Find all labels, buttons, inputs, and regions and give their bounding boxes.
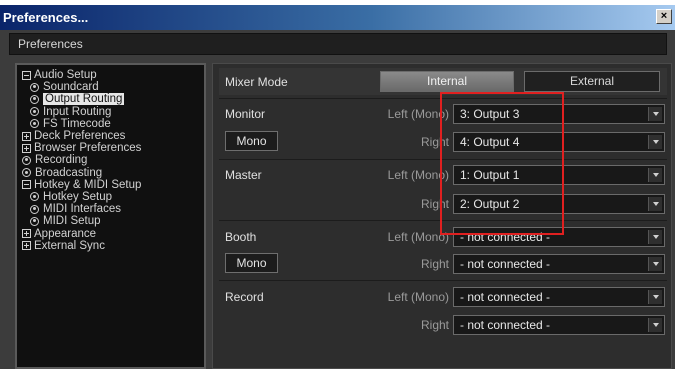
tree-item-hotkey-setup[interactable]: Hotkey Setup	[22, 191, 204, 203]
window-title-bar: Preferences... ×	[0, 5, 675, 30]
dropdown-arrow-icon[interactable]	[648, 168, 662, 182]
tree-item-label: FS Timecode	[43, 117, 111, 130]
preferences-window: Preferences Audio Setup Soundcard Output…	[0, 30, 675, 369]
tree-item-broadcasting[interactable]: Broadcasting	[22, 167, 204, 179]
booth-left-output-select[interactable]: - not connected -	[453, 227, 665, 247]
monitor-label: Monitor	[225, 107, 266, 121]
dropdown-arrow-icon[interactable]	[648, 107, 662, 121]
dropdown-arrow-icon[interactable]	[648, 257, 662, 271]
section-divider	[219, 220, 667, 221]
expand-icon[interactable]	[22, 143, 31, 153]
record-right-label: Right	[420, 318, 449, 332]
tree-item-label: Recording	[35, 154, 88, 167]
tree-item-midi-interfaces[interactable]: MIDI Interfaces	[22, 203, 204, 215]
tree-item-output-routing[interactable]: Output Routing	[22, 93, 204, 106]
master-left-output-select[interactable]: 1: Output 1	[453, 165, 665, 185]
record-left-label: Left (Mono)	[387, 290, 449, 304]
dropdown-arrow-icon[interactable]	[648, 230, 662, 244]
bullet-icon	[30, 192, 39, 202]
tree-item-deck-preferences[interactable]: Deck Preferences	[22, 130, 204, 142]
tree-item-label: Audio Setup	[34, 69, 97, 82]
output-routing-panel: Mixer Mode Internal External Monitor Lef…	[212, 63, 672, 369]
select-value: 4: Output 4	[460, 135, 520, 149]
tree-item-label: Broadcasting	[35, 166, 103, 179]
bullet-icon	[30, 94, 39, 104]
collapse-icon[interactable]	[22, 70, 31, 80]
select-value: - not connected -	[460, 230, 551, 244]
tree-item-label: Hotkey Setup	[43, 190, 113, 203]
section-divider	[219, 280, 667, 281]
expand-icon[interactable]	[22, 229, 31, 239]
expand-icon[interactable]	[22, 241, 31, 251]
tree-item-browser-preferences[interactable]: Browser Preferences	[22, 142, 204, 154]
monitor-mono-button[interactable]: Mono	[225, 131, 278, 151]
collapse-icon[interactable]	[22, 180, 31, 190]
tree-item-soundcard[interactable]: Soundcard	[22, 81, 204, 93]
bullet-icon	[22, 168, 31, 178]
tree-item-label: Soundcard	[43, 81, 99, 94]
mixer-mode-internal-button[interactable]: Internal	[380, 71, 514, 92]
tree-item-input-routing[interactable]: Input Routing	[22, 106, 204, 118]
tree-item-external-sync[interactable]: External Sync	[22, 240, 204, 252]
tree-item-label: Hotkey & MIDI Setup	[34, 178, 142, 191]
close-icon: ×	[660, 10, 668, 22]
expand-icon[interactable]	[22, 131, 31, 141]
tree-item-label: Deck Preferences	[34, 130, 126, 143]
booth-left-label: Left (Mono)	[387, 230, 449, 244]
select-value: - not connected -	[460, 257, 551, 271]
tree-item-hotkey-midi-setup[interactable]: Hotkey & MIDI Setup	[22, 179, 204, 191]
close-button[interactable]: ×	[656, 9, 672, 24]
bullet-icon	[30, 119, 39, 129]
preferences-tree: Audio Setup Soundcard Output Routing Inp…	[15, 63, 206, 369]
master-label: Master	[225, 168, 262, 182]
tree-item-label: Input Routing	[43, 105, 112, 118]
tree-item-appearance[interactable]: Appearance	[22, 227, 204, 240]
bullet-icon	[30, 107, 39, 117]
record-left-output-select[interactable]: - not connected -	[453, 287, 665, 307]
record-right-output-select[interactable]: - not connected -	[453, 315, 665, 335]
window-title: Preferences...	[3, 10, 89, 25]
tree-item-fs-timecode[interactable]: FS Timecode	[22, 118, 204, 130]
tree-item-label: Output Routing	[43, 93, 125, 106]
master-right-label: Right	[420, 197, 449, 211]
preferences-header: Preferences	[9, 33, 667, 55]
bullet-icon	[30, 204, 39, 214]
dropdown-arrow-icon[interactable]	[648, 135, 662, 149]
booth-right-output-select[interactable]: - not connected -	[453, 254, 665, 274]
select-value: 2: Output 2	[460, 197, 520, 211]
section-divider	[219, 159, 667, 160]
booth-mono-button[interactable]: Mono	[225, 253, 278, 273]
tree-item-label: MIDI Interfaces	[43, 203, 121, 216]
master-right-output-select[interactable]: 2: Output 2	[453, 194, 665, 214]
select-value: - not connected -	[460, 318, 551, 332]
dropdown-arrow-icon[interactable]	[648, 197, 662, 211]
tree-item-label: Browser Preferences	[34, 142, 142, 155]
select-value: - not connected -	[460, 290, 551, 304]
tree-item-recording[interactable]: Recording	[22, 154, 204, 166]
tree-item-label: External Sync	[34, 239, 105, 252]
dropdown-arrow-icon[interactable]	[648, 318, 662, 332]
tree-item-label: Appearance	[34, 227, 97, 240]
bullet-icon	[30, 82, 39, 92]
booth-label: Booth	[225, 230, 257, 244]
booth-right-label: Right	[420, 257, 449, 271]
monitor-left-output-select[interactable]: 3: Output 3	[453, 104, 665, 124]
bullet-icon	[22, 155, 31, 165]
monitor-right-output-select[interactable]: 4: Output 4	[453, 132, 665, 152]
tree-item-audio-setup[interactable]: Audio Setup	[22, 69, 204, 81]
bullet-icon	[30, 216, 39, 226]
section-divider	[219, 98, 667, 99]
record-label: Record	[225, 290, 264, 304]
monitor-left-label: Left (Mono)	[387, 107, 449, 121]
tree-item-label: MIDI Setup	[43, 215, 101, 228]
dropdown-arrow-icon[interactable]	[648, 290, 662, 304]
mixer-mode-external-button[interactable]: External	[524, 71, 660, 92]
select-value: 3: Output 3	[460, 107, 520, 121]
mixer-mode-label: Mixer Mode	[225, 75, 288, 89]
master-left-label: Left (Mono)	[387, 168, 449, 182]
select-value: 1: Output 1	[460, 168, 520, 182]
monitor-right-label: Right	[420, 135, 449, 149]
tree-item-midi-setup[interactable]: MIDI Setup	[22, 215, 204, 227]
